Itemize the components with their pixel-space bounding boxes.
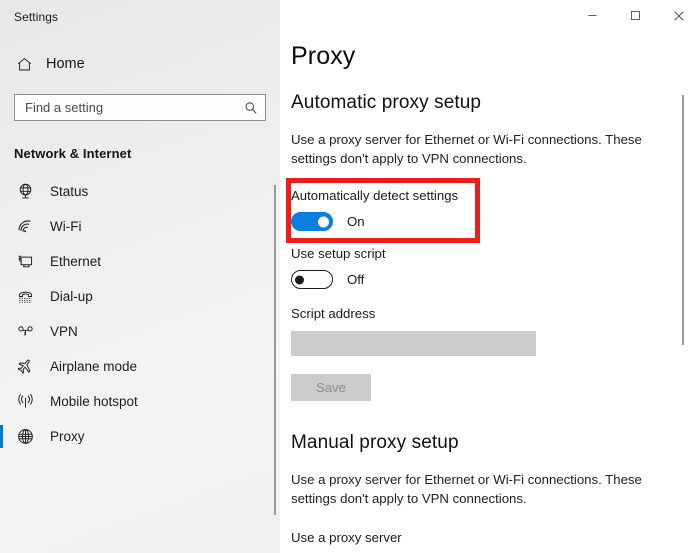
use-setup-script-label: Use setup script	[291, 246, 386, 261]
sidebar-item-wifi[interactable]: Wi-Fi	[0, 209, 280, 244]
sidebar-item-vpn[interactable]: VPN	[0, 314, 280, 349]
wifi-icon	[16, 217, 35, 236]
sidebar: Settings Home Network & Internet	[0, 0, 280, 553]
sidebar-item-label: Status	[50, 184, 89, 199]
save-button[interactable]: Save	[291, 374, 371, 401]
minimize-button[interactable]	[571, 0, 614, 31]
home-icon	[16, 56, 33, 73]
maximize-icon	[630, 10, 641, 21]
automatic-proxy-setup-heading: Automatic proxy setup	[291, 92, 482, 113]
vpn-key-icon	[16, 322, 35, 341]
manual-proxy-description: Use a proxy server for Ethernet or Wi-Fi…	[291, 472, 642, 506]
script-address-input[interactable]	[291, 331, 536, 356]
sidebar-item-airplane-mode[interactable]: Airplane mode	[0, 349, 280, 384]
script-address-label: Script address	[291, 306, 376, 321]
sidebar-scrollbar[interactable]	[274, 185, 276, 515]
toggle-knob	[295, 275, 304, 284]
maximize-button[interactable]	[614, 0, 657, 31]
search-input[interactable]	[25, 100, 244, 115]
sidebar-item-label: VPN	[50, 324, 78, 339]
use-a-proxy-server-label: Use a proxy server	[291, 530, 402, 545]
sidebar-item-label: Wi-Fi	[50, 219, 82, 234]
auto-detect-settings-state: On	[347, 214, 365, 229]
sidebar-item-label: Mobile hotspot	[50, 394, 138, 409]
search-box[interactable]	[14, 94, 266, 121]
minimize-icon	[587, 10, 598, 21]
globe-icon	[16, 427, 35, 446]
close-button[interactable]	[657, 0, 700, 31]
automatic-proxy-description: Use a proxy server for Ethernet or Wi-Fi…	[291, 132, 642, 166]
app-title: Settings	[14, 10, 59, 24]
sidebar-item-label: Airplane mode	[50, 359, 138, 374]
close-icon	[673, 10, 685, 22]
manual-proxy-setup-heading: Manual proxy setup	[291, 432, 459, 453]
use-setup-script-state: Off	[347, 272, 365, 287]
window-controls	[571, 0, 700, 31]
main-scrollbar[interactable]	[682, 95, 684, 345]
sidebar-item-home-label: Home	[46, 56, 85, 72]
toggle-knob	[318, 216, 329, 227]
sidebar-item-label: Ethernet	[50, 254, 102, 269]
auto-detect-settings-label: Automatically detect settings	[291, 188, 459, 203]
sidebar-item-home[interactable]: Home	[0, 50, 280, 78]
use-setup-script-toggle[interactable]	[291, 270, 333, 289]
hotspot-icon	[16, 392, 35, 411]
sidebar-item-dialup[interactable]: Dial-up	[0, 279, 280, 314]
monitor-icon	[16, 252, 35, 271]
phone-icon	[16, 287, 35, 306]
settings-window: Settings Home Network & Internet	[0, 0, 700, 553]
search-icon[interactable]	[244, 101, 258, 115]
sidebar-item-proxy[interactable]: Proxy	[0, 419, 280, 454]
sidebar-item-label: Dial-up	[50, 289, 93, 304]
sidebar-item-mobile-hotspot[interactable]: Mobile hotspot	[0, 384, 280, 419]
auto-detect-settings-toggle[interactable]	[291, 212, 333, 231]
selection-indicator	[0, 425, 3, 448]
auto-detect-settings-row: On	[280, 212, 700, 231]
globe-stand-icon	[16, 182, 35, 201]
use-setup-script-row: Off	[280, 270, 700, 289]
sidebar-item-status[interactable]: Status	[0, 174, 280, 209]
sidebar-category-title: Network & Internet	[14, 146, 132, 161]
sidebar-item-label: Proxy	[50, 429, 85, 444]
sidebar-item-ethernet[interactable]: Ethernet	[0, 244, 280, 279]
sidebar-nav-list: Status Wi-Fi Ethernet Dial-up VPN Airpla…	[0, 174, 280, 454]
main-content: Proxy Automatic proxy setup Use a proxy …	[280, 0, 700, 553]
airplane-icon	[16, 357, 35, 376]
page-title: Proxy	[291, 42, 356, 70]
